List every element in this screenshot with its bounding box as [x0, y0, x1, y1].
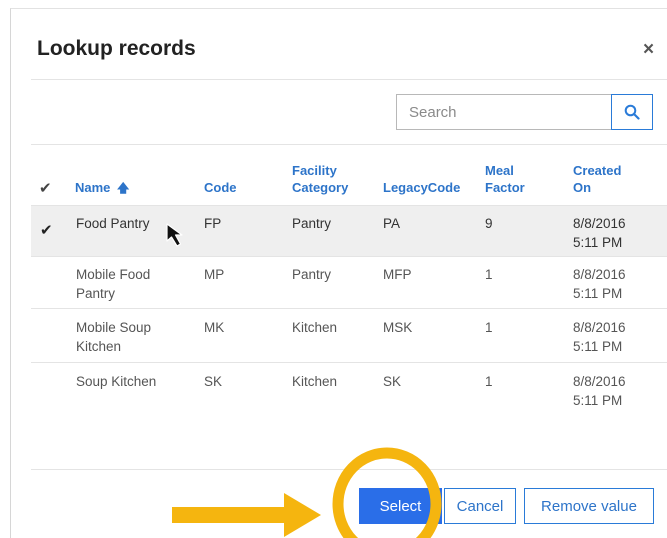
cell-meal-factor: 1 [485, 320, 493, 335]
dialog-title: Lookup records [37, 37, 196, 60]
select-all-check-icon[interactable]: ✔ [39, 179, 52, 197]
search-icon [624, 104, 640, 120]
cell-code: FP [204, 216, 222, 231]
cell-meal-factor: 1 [485, 374, 493, 389]
cell-legacy-code: PA [383, 216, 401, 231]
remove-value-button[interactable]: Remove value [524, 488, 654, 524]
column-header-created-on-line1: Created [573, 163, 622, 178]
row-selected-check-icon: ✔ [40, 222, 53, 239]
cell-created-on: 8/8/2016 5:11 PM [573, 374, 626, 408]
cell-facility-category: Pantry [292, 267, 332, 282]
cell-facility-category: Kitchen [292, 320, 338, 335]
cell-legacy-code: MSK [383, 320, 413, 335]
column-header-name[interactable]: Name 🡅 [75, 179, 129, 197]
cell-name: Soup Kitchen [76, 374, 157, 389]
cell-name: Mobile Food Pantry [76, 267, 151, 301]
cell-name: Mobile Soup Kitchen [76, 320, 152, 354]
cell-legacy-code: SK [383, 374, 402, 389]
close-icon[interactable]: × [643, 39, 654, 61]
search-input[interactable] [396, 94, 612, 130]
column-header-meal-factor-line1: Meal [485, 163, 514, 178]
table-row[interactable]: Mobile Soup Kitchen MK Kitchen MSK 1 8/8/… [31, 309, 667, 361]
cell-code: SK [204, 374, 223, 389]
column-header-name-label: Name [75, 180, 111, 195]
cell-facility-category: Kitchen [292, 374, 338, 389]
search-divider [31, 144, 667, 145]
cell-created-on: 8/8/2016 5:11 PM [573, 320, 626, 354]
table-row[interactable]: ✔ Food Pantry FP Pantry PA 9 8/8/2016 5:1… [31, 206, 667, 256]
column-header-created-on-line2: On [573, 180, 592, 195]
column-header-created-on[interactable]: Created On [573, 162, 621, 196]
cell-meal-factor: 9 [485, 216, 493, 231]
table-row[interactable]: Soup Kitchen SK Kitchen SK 1 8/8/2016 5:1… [31, 363, 667, 415]
sort-ascending-icon: 🡅 [117, 181, 130, 195]
column-header-meal-factor-line2: Factor [485, 180, 525, 195]
column-header-code[interactable]: Code [204, 179, 237, 196]
column-header-meal-factor[interactable]: Meal Factor [485, 162, 525, 196]
lookup-records-dialog: Lookup records × ✔ Name 🡅 Code Facility … [10, 8, 667, 538]
cell-meal-factor: 1 [485, 267, 493, 282]
cell-created-on: 8/8/2016 5:11 PM [573, 267, 626, 301]
cell-code: MP [204, 267, 225, 282]
cell-facility-category: Pantry [292, 216, 332, 231]
cell-created-on: 8/8/2016 5:11 PM [573, 216, 626, 250]
table-row[interactable]: Mobile Food Pantry MP Pantry MFP 1 8/8/20… [31, 257, 667, 307]
cancel-button[interactable]: Cancel [444, 488, 516, 524]
column-header-facility-category[interactable]: Facility Category [292, 162, 348, 196]
header-divider [31, 79, 667, 80]
column-header-facility-category-line1: Facility [292, 163, 337, 178]
cell-name: Food Pantry [76, 216, 150, 231]
footer-divider [31, 469, 667, 470]
cell-legacy-code: MFP [383, 267, 412, 282]
search-button[interactable] [611, 94, 653, 130]
cell-code: MK [204, 320, 225, 335]
column-header-facility-category-line2: Category [292, 180, 349, 195]
column-header-legacy-code[interactable]: LegacyCode [383, 179, 460, 196]
select-button[interactable]: Select [359, 488, 442, 524]
